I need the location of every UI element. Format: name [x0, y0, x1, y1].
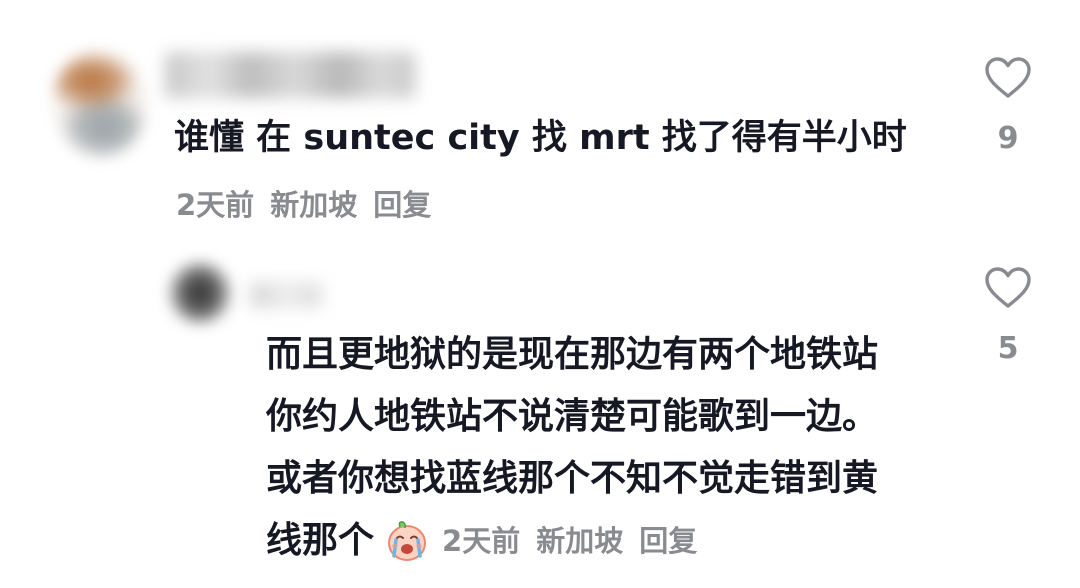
reply-text-line: 或者你想找蓝线那个不知不觉走错到黄	[266, 458, 879, 499]
comment-meta: 2天前 新加坡 回复	[176, 182, 431, 224]
comment-location: 新加坡	[270, 188, 358, 222]
commenter-username-blurred[interactable]	[165, 52, 415, 98]
reply-meta: 2天前 新加坡 回复	[442, 510, 697, 572]
reply-like-count: 5	[997, 331, 1019, 366]
heart-outline-icon[interactable]	[984, 56, 1032, 100]
comment-time: 2天前	[176, 188, 255, 222]
reply-avatar[interactable]	[168, 262, 232, 324]
crying-face-emoji-icon	[384, 518, 430, 564]
comment-text: 谁懂 在 suntec city 找 mrt 找了得有半小时	[174, 118, 907, 158]
reply-last-line: 线那个 2天前 新加坡 回复	[266, 510, 946, 572]
comment-like-button[interactable]: 9	[978, 56, 1038, 156]
commenter-avatar[interactable]	[52, 50, 148, 158]
comment-like-count: 9	[997, 121, 1019, 156]
reply-location: 新加坡	[536, 524, 624, 558]
reply-text-line: 而且更地狱的是现在那边有两个地铁站	[266, 334, 879, 375]
heart-outline-icon[interactable]	[984, 266, 1032, 310]
reply-text: 而且更地狱的是现在那边有两个地铁站 你约人地铁站不说清楚可能歌到一边。 或者你想…	[266, 324, 946, 572]
reply-reply-button[interactable]: 回复	[639, 510, 697, 572]
comment-reply-button[interactable]: 回复	[373, 182, 431, 224]
reply-text-line: 线那个	[266, 520, 375, 561]
reply-like-button[interactable]: 5	[978, 266, 1038, 366]
reply-text-line: 你约人地铁站不说清楚可能歌到一边。	[266, 396, 879, 437]
reply-time: 2天前	[442, 524, 521, 558]
reply-username-blurred[interactable]	[250, 282, 322, 308]
